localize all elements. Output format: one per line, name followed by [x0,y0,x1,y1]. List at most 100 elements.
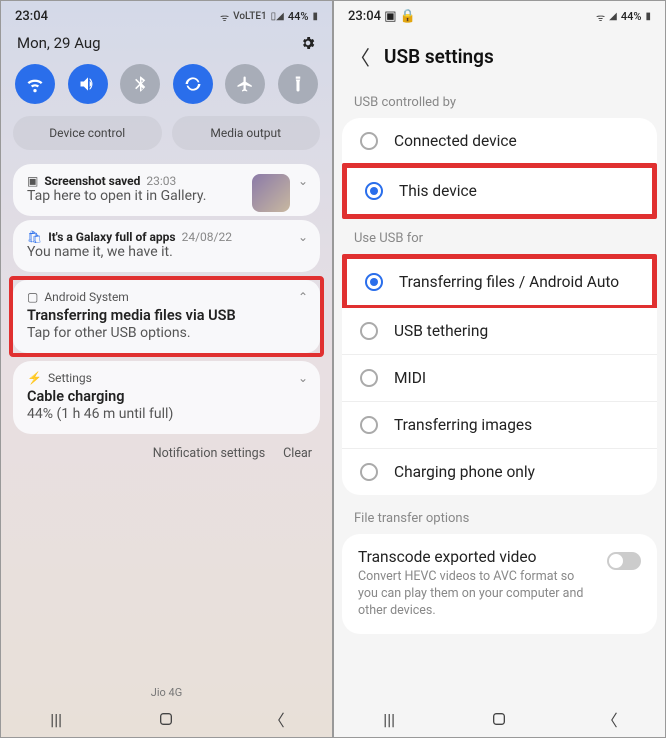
transcode-toggle-row[interactable]: Transcode exported video Convert HEVC vi… [342,534,657,634]
highlight-usb-notification: ⌃ ▢ Android System Transferring media fi… [9,276,324,357]
wifi-icon: ᯤ [596,10,605,24]
wifi-icon: ᯤ [220,10,229,24]
option-label: Transferring images [394,416,532,434]
notif-ts: 23:03 [146,174,176,188]
notif-src: Android System [44,290,129,304]
back-button[interactable]: 〈 [601,710,619,728]
option-connected-device[interactable]: Connected device [342,118,657,164]
page-title: USB settings [384,45,494,68]
chevron-down-icon[interactable]: ⌄ [298,371,308,385]
notification-settings-charging[interactable]: ⌄ ⚡ Settings Cable charging 44% (1 h 46 … [13,361,320,434]
status-time: 23:04 ▣ 🔒 [348,9,416,24]
image-icon: ▣ [27,174,38,188]
clear-button[interactable]: Clear [283,446,312,461]
highlight-this-device: This device [342,163,657,219]
status-bar: 23:04 ᯤ VoLTE1 ▯◢ 44% ▮ [1,1,332,28]
qs-wifi[interactable] [15,64,55,104]
option-charging-only[interactable]: Charging phone only [342,448,657,495]
qs-sound[interactable] [68,64,108,104]
radio-checked-icon [365,273,383,291]
media-output-button[interactable]: Media output [172,116,321,150]
chevron-down-icon[interactable]: ⌄ [298,230,308,244]
device-control-button[interactable]: Device control [13,116,162,150]
notif-body: Tap for other USB options. [27,325,306,341]
signal-icon: ◢ [609,11,617,22]
option-midi[interactable]: MIDI [342,354,657,401]
usb-controlled-by-list: Connected device [342,118,657,164]
notif-body: 44% (1 h 46 m until full) [27,406,306,422]
back-button[interactable]: 〈 [268,710,286,728]
home-button[interactable] [490,710,508,728]
chevron-up-icon[interactable]: ⌃ [298,290,308,304]
qs-bluetooth[interactable] [120,64,160,104]
date-row: Mon, 29 Aug [1,28,332,62]
chevron-down-icon[interactable]: ⌄ [298,174,308,188]
status-right: ᯤ ◢ 44% ▮ [596,10,651,24]
option-label: MIDI [394,369,426,387]
option-label: USB tethering [394,322,488,340]
notification-galaxy-apps[interactable]: ⌄ 🛍 It's a Galaxy full of apps 24/08/22 … [13,220,320,272]
signal-icon: ▯◢ [271,11,284,22]
notif-app: Screenshot saved [44,174,140,188]
notification-settings-link[interactable]: Notification settings [153,446,265,461]
radio-icon [360,132,378,150]
notif-src: Settings [48,371,92,385]
nav-bar: ||| 〈 [1,701,332,737]
toggle-desc: Convert HEVC videos to AVC format so you… [358,569,595,620]
section-file-transfer-options: File transfer options [334,505,665,534]
volte-indicator: VoLTE1 [233,11,267,22]
screenshot-thumb[interactable] [252,174,290,212]
use-usb-for-list: USB tethering MIDI Transferring images C… [342,308,657,495]
option-label: Transferring files / Android Auto [399,273,619,291]
status-bar: 23:04 ▣ 🔒 ᯤ ◢ 44% ▮ [334,1,665,28]
notification-actions: Notification settings Clear [1,438,332,465]
bag-icon: 🛍 [27,230,42,244]
recents-button[interactable]: ||| [380,710,398,728]
qs-airplane[interactable] [225,64,265,104]
usb-settings-screen: 23:04 ▣ 🔒 ᯤ ◢ 44% ▮ 〈 USB settings USB c… [333,0,666,738]
battery-icon: ▮ [312,11,318,22]
notif-body: You name it, we have it. [27,244,306,260]
notif-title: Transferring media files via USB [27,307,306,324]
highlight-transferring-files: Transferring files / Android Auto [342,254,657,310]
radio-icon [360,463,378,481]
settings-gear-icon[interactable] [300,35,316,51]
option-this-device[interactable]: This device [347,168,652,214]
notif-title: Cable charging [27,388,306,405]
notification-screenshot[interactable]: ⌄ ▣ Screenshot saved 23:03 Tap here to o… [13,164,320,216]
option-label: Charging phone only [394,463,535,481]
notification-android-system[interactable]: ⌃ ▢ Android System Transferring media fi… [13,280,320,353]
section-use-usb-for: Use USB for [334,225,665,254]
qs-flashlight[interactable] [278,64,318,104]
carrier-label: Jio 4G [1,686,332,699]
switch-off-icon[interactable] [607,552,641,570]
battery-percent: 44% [621,10,642,23]
section-usb-controlled-by: USB controlled by [334,89,665,118]
title-bar: 〈 USB settings [334,28,665,89]
android-icon: ▢ [27,290,38,304]
notif-app: It's a Galaxy full of apps [48,230,175,244]
radio-icon [360,322,378,340]
battery-percent: 44% [288,10,309,23]
bolt-icon: ⚡ [27,371,42,385]
qs-autorotate[interactable] [173,64,213,104]
radio-checked-icon [365,182,383,200]
option-usb-tethering[interactable]: USB tethering [342,308,657,354]
notification-shade-screen: 23:04 ᯤ VoLTE1 ▯◢ 44% ▮ Mon, 29 Aug Devi… [0,0,333,738]
option-transferring-images[interactable]: Transferring images [342,401,657,448]
radio-icon [360,369,378,387]
radio-icon [360,416,378,434]
status-right: ᯤ VoLTE1 ▯◢ 44% ▮ [220,10,318,24]
home-button[interactable] [157,710,175,728]
recents-button[interactable]: ||| [47,710,65,728]
option-label: This device [399,182,477,200]
status-time: 23:04 [15,9,48,24]
back-icon[interactable]: 〈 [350,42,370,71]
notif-ts: 24/08/22 [182,230,232,244]
quick-settings-secondary: Device control Media output [1,116,332,160]
date-label: Mon, 29 Aug [17,34,101,52]
option-transferring-files[interactable]: Transferring files / Android Auto [347,259,652,305]
battery-icon: ▮ [645,11,651,22]
option-label: Connected device [394,132,517,150]
toggle-title: Transcode exported video [358,548,595,566]
